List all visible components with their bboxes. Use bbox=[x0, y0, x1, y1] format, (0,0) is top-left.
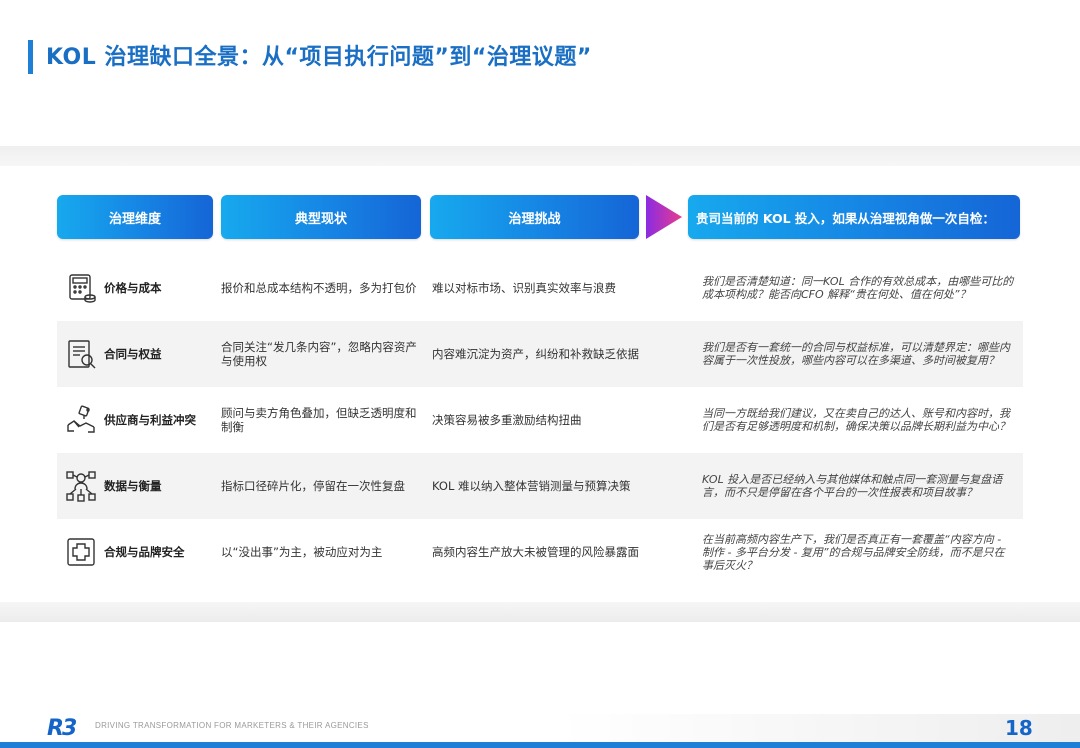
table-row: 价格与成本 报价和总成本结构不透明，多为打包价 难以对标市场、识别真实效率与浪费… bbox=[57, 255, 1023, 321]
r3-logo: R3 bbox=[47, 716, 77, 741]
title-accent-bar bbox=[28, 40, 33, 74]
current-status: 指标口径碎片化，停留在一次性复盘 bbox=[221, 479, 405, 493]
current-status: 合同关注“发几条内容”，忽略内容资产与使用权 bbox=[221, 340, 417, 368]
price-cost-icon bbox=[63, 255, 99, 321]
dimension-label: 数据与衡量 bbox=[104, 479, 162, 493]
self-check-question: 我们是否有一套统一的合同与权益标准，可以清楚界定：哪些内容属于一次性投放，哪些内… bbox=[702, 341, 1010, 367]
dimension-label: 供应商与利益冲突 bbox=[104, 413, 196, 427]
footer-gradient bbox=[560, 714, 1080, 742]
page-number: 18 bbox=[1005, 716, 1033, 740]
challenge-text: 内容难沉淀为资产，纠纷和补救缺乏依据 bbox=[432, 347, 639, 361]
current-status: 以“没出事”为主，被动应对为主 bbox=[221, 545, 383, 559]
medical-cross-icon bbox=[63, 519, 99, 585]
contract-search-icon bbox=[63, 321, 99, 387]
current-status: 顾问与卖方角色叠加，但缺乏透明度和制衡 bbox=[221, 406, 417, 434]
table-row: 供应商与利益冲突 顾问与卖方角色叠加，但缺乏透明度和制衡 决策容易被多重激励结构… bbox=[57, 387, 1023, 453]
dimension-label: 合规与品牌安全 bbox=[104, 545, 185, 559]
challenge-text: 决策容易被多重激励结构扭曲 bbox=[432, 413, 582, 427]
table-row: 合规与品牌安全 以“没出事”为主，被动应对为主 高频内容生产放大未被管理的风险暴… bbox=[57, 519, 1023, 585]
challenge-text: 难以对标市场、识别真实效率与浪费 bbox=[432, 281, 616, 295]
current-status: 报价和总成本结构不透明，多为打包价 bbox=[221, 281, 417, 295]
table-row: 合同与权益 合同关注“发几条内容”，忽略内容资产与使用权 内容难沉淀为资产，纠纷… bbox=[57, 321, 1023, 387]
self-check-question: 在当前高频内容生产下，我们是否真正有一套覆盖“内容方向 - 制作 - 多平台分发… bbox=[702, 532, 1005, 572]
challenge-text: KOL 难以纳入整体营销测量与预算决策 bbox=[432, 479, 631, 493]
data-network-icon bbox=[63, 453, 99, 519]
header-self-check: 贵司当前的 KOL 投入，如果从治理视角做一次自检： bbox=[688, 195, 1020, 239]
table-row: 数据与衡量 指标口径碎片化，停留在一次性复盘 KOL 难以纳入整体营销测量与预算… bbox=[57, 453, 1023, 519]
header-governance-challenge: 治理挑战 bbox=[430, 195, 639, 239]
challenge-text: 高频内容生产放大未被管理的风险暴露面 bbox=[432, 545, 639, 559]
self-check-question: KOL 投入是否已经纳入与其他媒体和触点同一套测量与复盘语言，而不只是停留在各个… bbox=[702, 473, 1003, 499]
header-governance-dimension: 治理维度 bbox=[57, 195, 213, 239]
self-check-question: 我们是否清楚知道：同一KOL 合作的有效总成本，由哪些可比的成本项构成？能否向C… bbox=[702, 275, 1014, 301]
dimension-label: 合同与权益 bbox=[104, 347, 162, 361]
header-typical-status: 典型现状 bbox=[221, 195, 421, 239]
dimension-label: 价格与成本 bbox=[104, 281, 162, 295]
handshake-conflict-icon bbox=[63, 387, 99, 453]
footer-tagline: DRIVING TRANSFORMATION FOR MARKETERS & T… bbox=[95, 721, 369, 730]
self-check-question: 当同一方既给我们建议，又在卖自己的达人、账号和内容时，我们是否有足够透明度和机制… bbox=[702, 407, 1010, 433]
page-title: KOL 治理缺口全景：从“项目执行问题”到“治理议题” bbox=[46, 45, 592, 70]
footer-accent-bar bbox=[0, 742, 1080, 748]
